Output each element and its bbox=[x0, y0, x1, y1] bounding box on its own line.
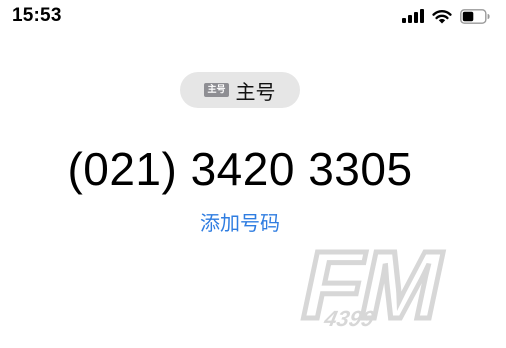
add-number-link[interactable]: 添加号码 bbox=[0, 207, 480, 236]
status-icons bbox=[402, 7, 490, 25]
phone-number: (021) 3420 3305 bbox=[67, 143, 413, 195]
wifi-icon bbox=[432, 9, 452, 23]
sim-label: 主号 bbox=[235, 79, 276, 104]
sim-badge: 主号 bbox=[204, 83, 229, 97]
status-time: 15:53 bbox=[12, 5, 62, 26]
battery-icon bbox=[460, 8, 490, 24]
watermark-number: 4399 bbox=[321, 306, 377, 331]
signal-icon bbox=[402, 9, 424, 23]
watermark-brand: FM bbox=[293, 238, 455, 338]
sim-selector[interactable]: 主号 主号 bbox=[180, 72, 300, 108]
watermark-logo: FM 4399 bbox=[292, 238, 457, 338]
status-bar: 15:53 bbox=[0, 0, 506, 34]
